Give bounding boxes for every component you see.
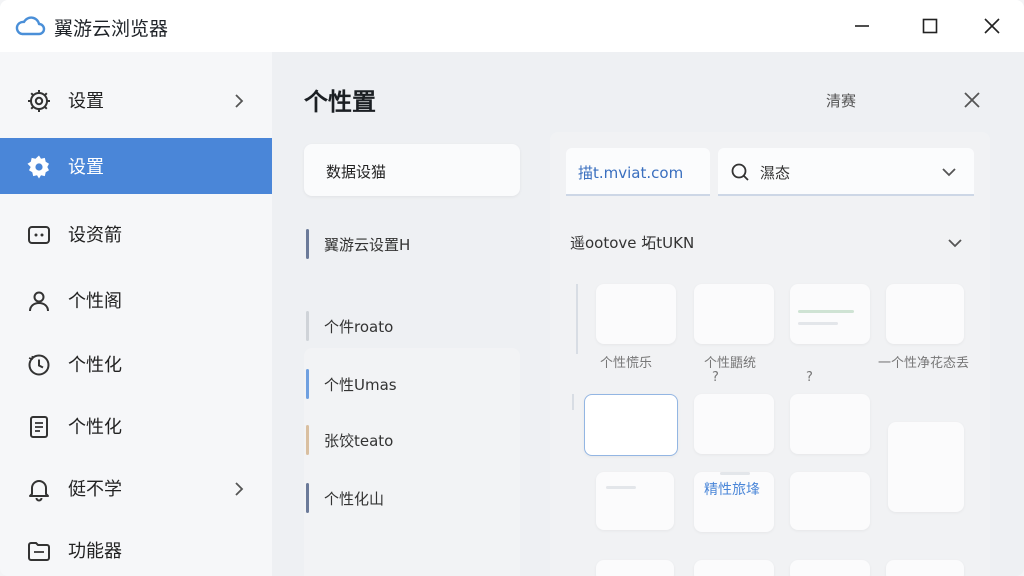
sidebar-item-label: 设资箭 [68,225,122,246]
section-title: 遥ootove 坧tUKN [570,234,695,252]
sidebar-item-label: 个性化 [68,355,122,376]
sidebar-item-personalize-history[interactable]: 个性化 [0,336,272,392]
theme-tile[interactable] [886,284,964,344]
sidebar-item-label: 功能器 [68,541,122,562]
accent-bar [306,229,309,259]
theme-tile[interactable] [790,560,870,576]
data-settings-label: 数据设猫 [326,163,387,181]
bell-icon [29,480,49,502]
sidebar-item-settings-active[interactable]: 设置 [0,138,272,194]
tile-preview-line [798,322,838,325]
minimize-icon [855,25,869,27]
search-engine-value: 濕态 [760,164,791,182]
accent-bar [306,483,309,513]
clear-button[interactable]: 清赛 [826,90,856,111]
search-icon [731,163,749,181]
data-settings-card[interactable]: 数据设猫 [304,144,520,196]
subnav-item-label: 翼游云设置H [324,236,411,254]
divider [576,284,578,354]
theme-tile[interactable] [888,422,964,512]
title-bar: 翼游云浏览器 [0,0,1024,52]
dots-box-icon [28,226,50,244]
sidebar-item-label: 设置 [68,91,104,112]
subnav-item-label: 张饺teato [324,432,394,450]
tile-label: 一个性净花态丢 [878,356,970,371]
settings-sidebar: 设置 设置 设资箭 个性阁 个性化 个性化 侹不学 功能器 [0,52,272,576]
sidebar-item-label: 设置 [68,157,104,178]
maximize-icon [922,18,938,34]
minimize-button[interactable] [846,10,878,42]
sidebar-item-tools[interactable]: 功能器 [0,522,272,576]
divider [572,394,574,410]
browser-window: 翼游云浏览器 设置 设置 设资箭 个性阁 个性化 个性化 侹不学 功能器 个性置… [0,0,1024,576]
gear-filled-icon [27,155,49,179]
tile-label: 个性鼯统 [704,356,757,371]
subnav-item-label: 个性Umas [324,376,397,394]
theme-tile-selected[interactable] [584,394,678,456]
chevron-right-icon [235,482,244,496]
sidebar-item-settings[interactable]: 设置 [0,72,272,128]
sidebar-item-label: 个性化 [68,417,122,438]
theme-tile[interactable] [886,560,964,576]
close-panel-icon[interactable] [962,90,982,110]
tile-label: 个性慌乐 [600,356,653,371]
theme-tile[interactable] [596,472,674,530]
theme-tile[interactable] [790,394,870,454]
sidebar-item-label: 侹不学 [68,479,122,500]
accent-bar [306,425,309,455]
personalization-panel: 个性置 清赛 数据设猫 翼游云设置H 个件roato 个性Umas 张饺teat… [272,52,1024,576]
tile-preview-line [798,310,854,313]
theme-tile[interactable] [694,560,774,576]
chevron-down-icon [948,239,962,248]
theme-tile[interactable] [596,284,676,344]
content-area: 描t.mviat.com 濕态 遥ootove 坧tUKN 个性慌乐 个性鼯统 [550,132,990,576]
clock-icon [28,354,50,376]
subnav-item-label: 个件roato [324,318,394,336]
tile-sublabel: ? [712,370,719,385]
folder-icon [28,542,50,561]
theme-tile[interactable] [596,560,674,576]
sidebar-item-label: 个性阁 [68,291,122,312]
maximize-button[interactable] [914,10,946,42]
accent-bar [306,311,309,341]
cloud-logo-icon [15,16,46,36]
theme-tile[interactable] [694,394,774,454]
chevron-right-icon [235,94,244,108]
theme-tile[interactable] [790,472,870,530]
tile-label-highlight: 精性旅埄 [704,482,760,498]
gear-outline-icon [28,90,50,112]
accent-bar [306,369,309,399]
close-icon [984,18,1000,34]
section-header[interactable]: 遥ootove 坧tUKN [566,224,976,260]
tile-preview-line [720,472,750,475]
page-title: 个性置 [304,88,376,116]
theme-tile[interactable] [694,284,774,344]
document-icon [30,416,48,438]
theme-tile[interactable] [790,284,870,344]
settings-subnav: 数据设猫 翼游云设置H 个件roato 个性Umas 张饺teato 个性化山 [302,142,520,576]
window-title: 翼游云浏览器 [54,18,169,40]
sidebar-item-resources[interactable]: 设资箭 [0,206,272,262]
person-icon [29,291,49,312]
sidebar-item-personalize-document[interactable]: 个性化 [0,398,272,454]
chevron-down-icon [942,168,956,177]
url-value: 描t.mviat.com [578,164,684,182]
url-field[interactable]: 描t.mviat.com [566,148,710,196]
sidebar-item-profile[interactable]: 个性阁 [0,272,272,328]
tile-label: ? [806,370,813,385]
subnav-item-label: 个性化山 [324,490,385,508]
tile-preview-line [606,486,636,489]
sidebar-item-notifications[interactable]: 侹不学 [0,460,272,516]
close-window-button[interactable] [976,10,1008,42]
search-engine-select[interactable]: 濕态 [718,148,974,196]
